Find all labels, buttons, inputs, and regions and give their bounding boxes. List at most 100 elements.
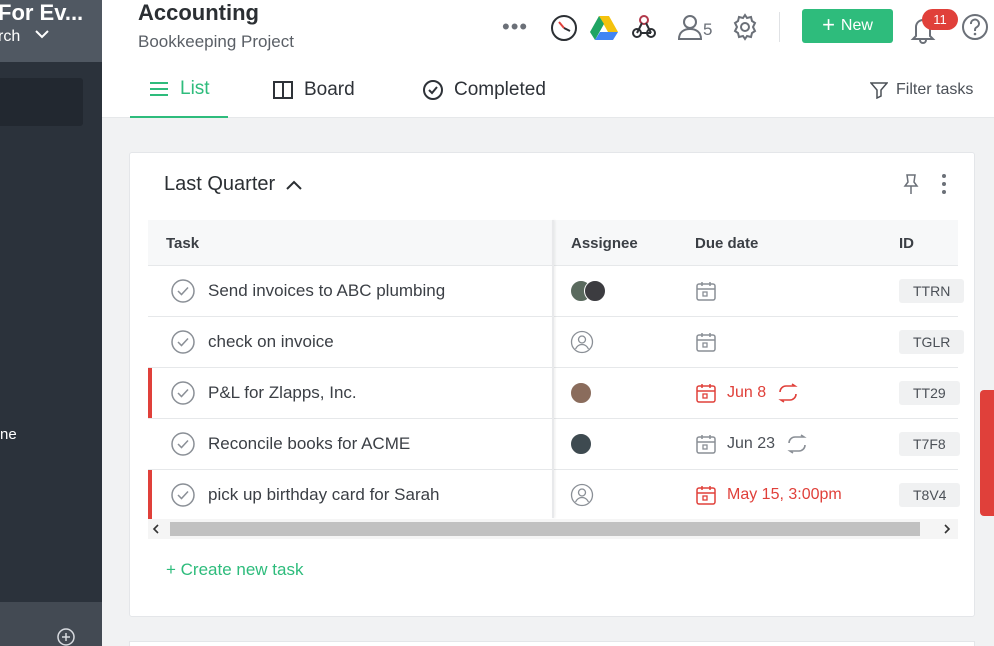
- help-icon[interactable]: [960, 12, 990, 42]
- complete-check-icon[interactable]: [170, 278, 196, 304]
- sidebar-active-item[interactable]: [0, 78, 83, 126]
- check-circle-icon: [423, 80, 443, 100]
- calendar-icon: [696, 435, 716, 454]
- avatar: [570, 382, 592, 404]
- avatar: [584, 280, 606, 302]
- task-name[interactable]: P&L for Zlapps, Inc.: [208, 383, 357, 403]
- calendar-icon: [696, 384, 716, 403]
- webhook-icon[interactable]: [629, 12, 659, 42]
- id-cell: TGLR: [899, 317, 965, 367]
- id-cell: T8V4: [899, 470, 961, 520]
- workspace-title: For Ev...: [0, 0, 84, 25]
- column-task[interactable]: Task: [166, 220, 199, 266]
- tab-list[interactable]: List: [130, 62, 228, 118]
- due-date: Jun 8: [695, 382, 800, 404]
- calendar-icon: [696, 282, 716, 301]
- section-menu-icon[interactable]: [934, 171, 954, 197]
- scroll-right-icon[interactable]: [943, 524, 951, 534]
- section-card: Last Quarter Task Assignee Due date ID S…: [129, 152, 975, 617]
- more-options-icon[interactable]: •••: [502, 14, 528, 40]
- sidebar-footer: [0, 602, 102, 646]
- tab-board-label: Board: [304, 79, 355, 100]
- chevron-down-icon: [34, 30, 49, 39]
- filter-tasks-button[interactable]: Filter tasks: [870, 62, 973, 118]
- assignee-cell[interactable]: [570, 419, 592, 469]
- due-cell[interactable]: [695, 266, 717, 316]
- assignee-cell[interactable]: [570, 266, 606, 316]
- due-date: Jun 23: [695, 433, 809, 455]
- workspace-subtitle: rch: [0, 28, 49, 46]
- tab-completed-label: Completed: [454, 79, 546, 100]
- add-circle-icon[interactable]: [56, 627, 76, 646]
- timer-icon[interactable]: [549, 12, 579, 42]
- chevron-up-icon[interactable]: [285, 179, 303, 191]
- pin-icon[interactable]: [901, 173, 921, 195]
- avatar: [570, 433, 592, 455]
- board-icon: [273, 81, 293, 99]
- frozen-column-separator: [552, 220, 554, 518]
- horizontal-scrollbar[interactable]: [148, 519, 958, 539]
- task-cell: pick up birthday card for Sarah: [170, 470, 440, 520]
- scrollbar-thumb[interactable]: [170, 522, 920, 536]
- complete-check-icon[interactable]: [170, 482, 196, 508]
- new-button[interactable]: + New: [802, 9, 893, 43]
- column-id[interactable]: ID: [899, 220, 914, 266]
- complete-check-icon[interactable]: [170, 431, 196, 457]
- column-assignee[interactable]: Assignee: [571, 220, 638, 266]
- create-new-task-link[interactable]: + Create new task: [166, 560, 304, 580]
- task-id-badge: TT29: [899, 381, 960, 405]
- next-section-card: [129, 641, 975, 646]
- notifications-badge: 11: [922, 9, 958, 30]
- filter-funnel-icon: [870, 82, 888, 99]
- feedback-side-tab[interactable]: [980, 390, 994, 516]
- complete-check-icon[interactable]: [170, 329, 196, 355]
- sidebar-item[interactable]: ne: [0, 426, 17, 443]
- task-cell: Reconcile books for ACME: [170, 419, 410, 469]
- workspace-switcher[interactable]: For Ev... rch: [0, 0, 102, 62]
- assignee-cell[interactable]: [570, 317, 594, 367]
- due-date: May 15, 3:00pm: [695, 484, 842, 506]
- id-cell: T7F8: [899, 419, 960, 469]
- section-title: Last Quarter: [164, 173, 276, 195]
- settings-gear-icon[interactable]: [730, 12, 760, 42]
- assignee-cell[interactable]: [570, 470, 594, 520]
- section-header[interactable]: Last Quarter: [164, 173, 303, 196]
- id-cell: TTRN: [899, 266, 965, 316]
- scroll-left-icon[interactable]: [152, 524, 160, 534]
- unassigned-user-icon: [570, 330, 594, 354]
- task-name[interactable]: pick up birthday card for Sarah: [208, 485, 440, 505]
- plus-icon: +: [822, 12, 835, 37]
- task-name[interactable]: check on invoice: [208, 332, 334, 352]
- priority-flag: [148, 368, 152, 418]
- calendar-icon: [696, 486, 716, 505]
- calendar-icon: [696, 333, 716, 352]
- complete-check-icon[interactable]: [170, 380, 196, 406]
- members-icon[interactable]: [676, 12, 706, 42]
- due-date-text: Jun 8: [727, 384, 767, 401]
- task-name[interactable]: Send invoices to ABC plumbing: [208, 281, 445, 301]
- task-cell: P&L for Zlapps, Inc.: [170, 368, 357, 418]
- google-drive-icon[interactable]: [589, 12, 619, 42]
- id-cell: TT29: [899, 368, 960, 418]
- project-title: Accounting: [138, 0, 259, 25]
- due-cell[interactable]: May 15, 3:00pm: [695, 470, 842, 520]
- task-id-badge: T8V4: [899, 483, 961, 507]
- due-cell[interactable]: Jun 8: [695, 368, 800, 418]
- due-cell[interactable]: Jun 23: [695, 419, 809, 469]
- column-due-date[interactable]: Due date: [695, 220, 758, 266]
- due-date: [695, 331, 717, 353]
- due-cell[interactable]: [695, 317, 717, 367]
- task-name[interactable]: Reconcile books for ACME: [208, 434, 410, 454]
- priority-flag: [148, 470, 152, 520]
- assignee-cell[interactable]: [570, 368, 592, 418]
- list-icon: [150, 82, 168, 96]
- view-tabs: List Board Completed Filter tasks: [102, 62, 994, 118]
- tab-board[interactable]: Board: [272, 62, 355, 118]
- repeat-icon: [787, 434, 807, 454]
- tab-completed[interactable]: Completed: [422, 62, 546, 118]
- project-header: Accounting Bookkeeping Project ••• 5 + N…: [102, 0, 994, 62]
- members-count: 5: [703, 20, 713, 39]
- task-cell: Send invoices to ABC plumbing: [170, 266, 445, 316]
- tab-list-label: List: [180, 78, 210, 99]
- task-cell: check on invoice: [170, 317, 334, 367]
